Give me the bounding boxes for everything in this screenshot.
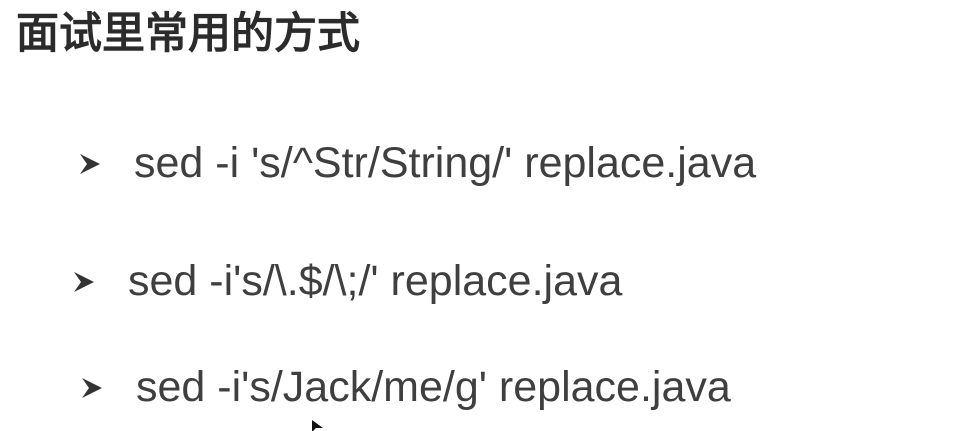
bullet-text: sed -i's/Jack/me/g' replace.java [136,363,731,411]
bullet-item: sed -i's/\.$/\;/' replace.java [72,257,623,305]
bullet-text: sed -i's/\.$/\;/' replace.java [128,257,623,305]
arrowhead-bullet-icon [80,153,100,174]
arrowhead-bullet-icon [74,271,94,292]
bullet-item: sed -i 's/^Str/String/' replace.java [78,139,757,187]
bullet-text: sed -i 's/^Str/String/' replace.java [134,139,757,187]
slide: 面试里常用的方式 sed -i 's/^Str/String/' replace… [0,0,977,431]
mouse-pointer-icon [312,420,323,431]
arrowhead-bullet-icon [82,377,102,398]
slide-title: 面试里常用的方式 [16,9,360,59]
bullet-item: sed -i's/Jack/me/g' replace.java [80,363,731,411]
